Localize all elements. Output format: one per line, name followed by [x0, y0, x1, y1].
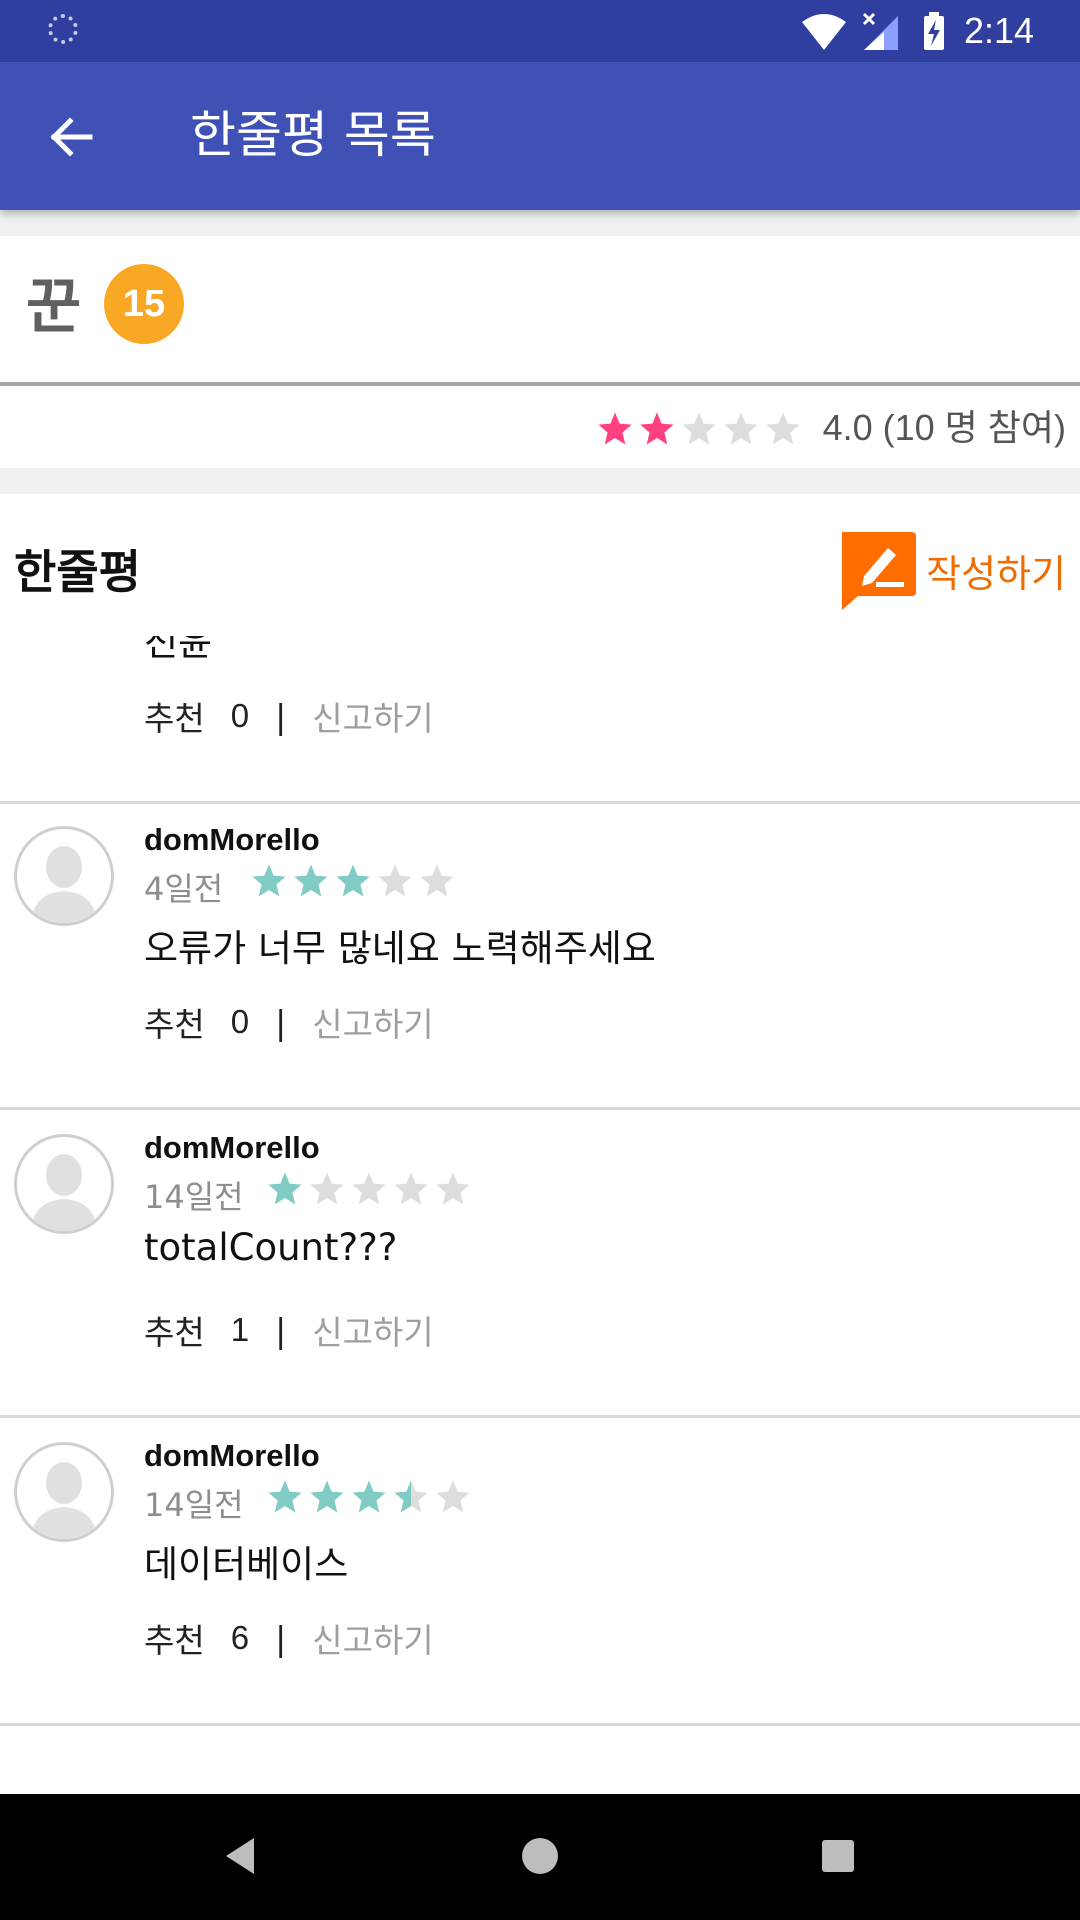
section-title: 한줄평 [14, 545, 141, 599]
review-date: 14일전 [144, 1178, 244, 1216]
movie-header: 꾼 15 [0, 236, 1080, 386]
battery-charging-icon [924, 12, 944, 50]
wifi-icon [802, 14, 846, 50]
status-time: 2:14 [964, 10, 1035, 51]
star-icon [310, 1480, 344, 1513]
star-icon [394, 1172, 428, 1205]
rating-summary: 4.0 (10 명 참여) [0, 386, 1080, 468]
review-item: 전윤 추천 0 | 신고하기 [0, 636, 1080, 804]
star-icon [268, 1172, 302, 1205]
avatar [14, 826, 114, 926]
age-rating-badge: 15 [104, 264, 184, 344]
review-footer: 추천 0 | 신고하기 [144, 692, 434, 740]
recommend-button[interactable]: 추천 [144, 1306, 205, 1354]
star-icon [378, 864, 412, 897]
star-icon [724, 412, 758, 445]
star-icon [294, 864, 328, 897]
review-comment: 오류가 너무 많네요 노력해주세요 [144, 927, 656, 970]
review-comment: 데이터베이스 [144, 1543, 349, 1586]
movie-title: 꾼 [26, 272, 82, 342]
star-icon [682, 412, 716, 445]
review-date: 14일전 [144, 1486, 244, 1524]
star-icon [640, 412, 674, 445]
review-author: domMorello [144, 1438, 320, 1473]
review-stars [250, 862, 456, 900]
star-icon [394, 1480, 428, 1513]
person-icon [31, 1154, 97, 1231]
star-icon [352, 1480, 386, 1513]
review-stars [266, 1170, 472, 1208]
review-date: 4일전 [144, 870, 224, 908]
report-button[interactable]: 신고하기 [312, 1614, 433, 1662]
rating-text: 4.0 (10 명 참여) [822, 407, 1066, 448]
review-comment: 전윤 [144, 636, 213, 664]
nav-home-icon[interactable] [520, 1834, 560, 1878]
separator: | [275, 1618, 287, 1658]
recommend-button[interactable]: 추천 [144, 1614, 205, 1662]
write-review-label: 작성하기 [926, 551, 1066, 596]
edit-note-icon [842, 532, 917, 610]
navigation-bar [0, 1794, 1080, 1920]
recommend-count: 0 [230, 697, 250, 734]
star-icon [436, 1172, 470, 1205]
separator: | [275, 1310, 287, 1350]
recommend-count: 1 [230, 1311, 250, 1348]
write-review-button[interactable]: 작성하기 [836, 530, 1066, 610]
avatar [14, 1134, 114, 1234]
review-author: domMorello [144, 1130, 320, 1165]
app-bar: 한줄평 목록 [0, 62, 1080, 210]
report-button[interactable]: 신고하기 [312, 692, 433, 740]
signal-icon [862, 12, 898, 50]
review-author: domMorello [144, 822, 320, 857]
star-icon [336, 864, 370, 897]
rating-stars [596, 410, 802, 448]
review-footer: 추천 1 | 신고하기 [144, 1306, 434, 1354]
avatar [14, 1442, 114, 1542]
star-icon [252, 864, 286, 897]
person-icon [31, 1462, 97, 1539]
status-bar: 2:14 [0, 0, 1080, 62]
person-icon [31, 846, 97, 923]
recommend-button[interactable]: 추천 [144, 998, 205, 1046]
star-icon [268, 1480, 302, 1513]
report-button[interactable]: 신고하기 [312, 1306, 433, 1354]
page-title: 한줄평 목록 [190, 106, 436, 164]
star-icon [766, 412, 800, 445]
separator: | [275, 1002, 287, 1042]
nav-recent-icon[interactable] [820, 1834, 856, 1878]
separator: | [275, 696, 287, 736]
recommend-count: 0 [230, 1003, 250, 1040]
star-icon [436, 1480, 470, 1513]
nav-back-icon[interactable] [222, 1834, 258, 1878]
review-section: 한줄평 작성하기 전윤 추천 0 | 신고하기 domMorello 4일전 오… [0, 494, 1080, 1794]
arrow-back-icon[interactable] [48, 114, 94, 160]
review-footer: 추천 6 | 신고하기 [144, 1614, 434, 1662]
review-stars [266, 1478, 472, 1516]
review-item: domMorello 14일전 totalCount??? 추천 1 | 신고하… [0, 1110, 1080, 1418]
loading-icon [48, 14, 78, 44]
review-item: domMorello 14일전 데이터베이스 추천 6 | 신고하기 [0, 1418, 1080, 1726]
star-icon [352, 1172, 386, 1205]
review-comment: totalCount??? [144, 1226, 398, 1269]
recommend-button[interactable]: 추천 [144, 692, 205, 740]
report-button[interactable]: 신고하기 [312, 998, 433, 1046]
star-icon [598, 412, 632, 445]
star-icon [310, 1172, 344, 1205]
review-footer: 추천 0 | 신고하기 [144, 998, 434, 1046]
review-item: domMorello 4일전 오류가 너무 많네요 노력해주세요 추천 0 | … [0, 802, 1080, 1110]
star-icon [420, 864, 454, 897]
recommend-count: 6 [230, 1619, 250, 1656]
review-list[interactable]: 전윤 추천 0 | 신고하기 domMorello 4일전 오류가 너무 많네요… [0, 636, 1080, 1794]
